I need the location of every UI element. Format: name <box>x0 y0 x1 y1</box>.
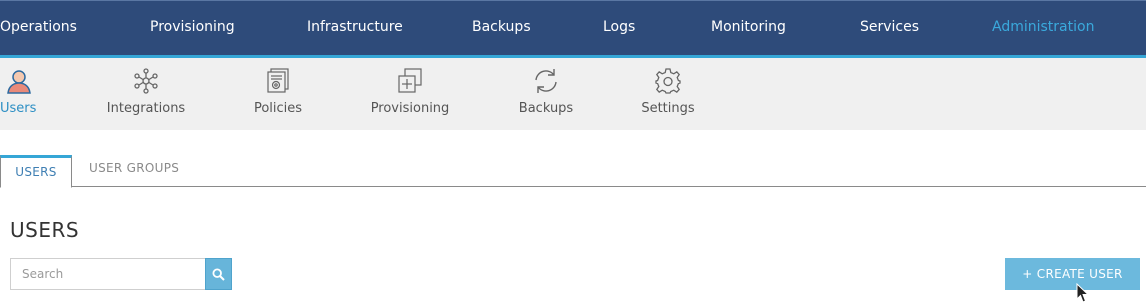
nav-item-provisioning[interactable]: Provisioning <box>150 19 235 35</box>
users-tab-bar: USERS USER GROUPS <box>0 155 1146 188</box>
tab-user-groups[interactable]: USER GROUPS <box>89 155 179 187</box>
subnav-label-provisioning: Provisioning <box>370 101 450 116</box>
backups-refresh-icon <box>535 69 557 93</box>
nav-item-logs[interactable]: Logs <box>603 19 635 35</box>
integrations-icon <box>134 68 158 94</box>
nav-item-administration[interactable]: Administration <box>992 19 1094 35</box>
mouse-cursor-icon <box>1076 283 1090 302</box>
search-icon <box>212 267 225 281</box>
page-title: USERS <box>10 218 80 242</box>
search-button[interactable] <box>205 258 232 290</box>
subnav-label-users: Users <box>0 101 37 116</box>
subnav-item-users[interactable]: Users <box>0 58 38 130</box>
nav-item-services[interactable]: Services <box>860 19 919 35</box>
search-input[interactable] <box>11 259 205 289</box>
nav-item-monitoring[interactable]: Monitoring <box>711 19 786 35</box>
top-navigation-bar: Operations Provisioning Infrastructure B… <box>0 0 1146 58</box>
search-box <box>10 258 206 290</box>
subnav-label-settings: Settings <box>641 101 695 116</box>
admin-subnavigation: Users Integrations Policies Provisioning… <box>0 58 1146 130</box>
nav-item-infrastructure[interactable]: Infrastructure <box>307 19 403 35</box>
tab-users[interactable]: USERS <box>0 155 72 188</box>
subnav-label-integrations: Integrations <box>106 101 186 116</box>
nav-item-operations[interactable]: Operations <box>0 19 77 35</box>
subnav-label-policies: Policies <box>253 101 303 116</box>
nav-item-backups[interactable]: Backups <box>472 19 531 35</box>
subnav-item-policies[interactable]: Policies <box>250 58 306 130</box>
user-icon <box>7 70 31 94</box>
subnav-label-backups: Backups <box>518 101 574 116</box>
provisioning-icon <box>398 68 422 93</box>
subnav-item-settings[interactable]: Settings <box>639 58 697 130</box>
subnav-item-integrations[interactable]: Integrations <box>105 58 187 130</box>
subnav-item-provisioning[interactable]: Provisioning <box>368 58 452 130</box>
gear-icon <box>655 68 681 94</box>
create-user-button[interactable]: + CREATE USER <box>1005 258 1140 290</box>
subnav-item-backups[interactable]: Backups <box>516 58 576 130</box>
policies-icon <box>267 68 289 93</box>
